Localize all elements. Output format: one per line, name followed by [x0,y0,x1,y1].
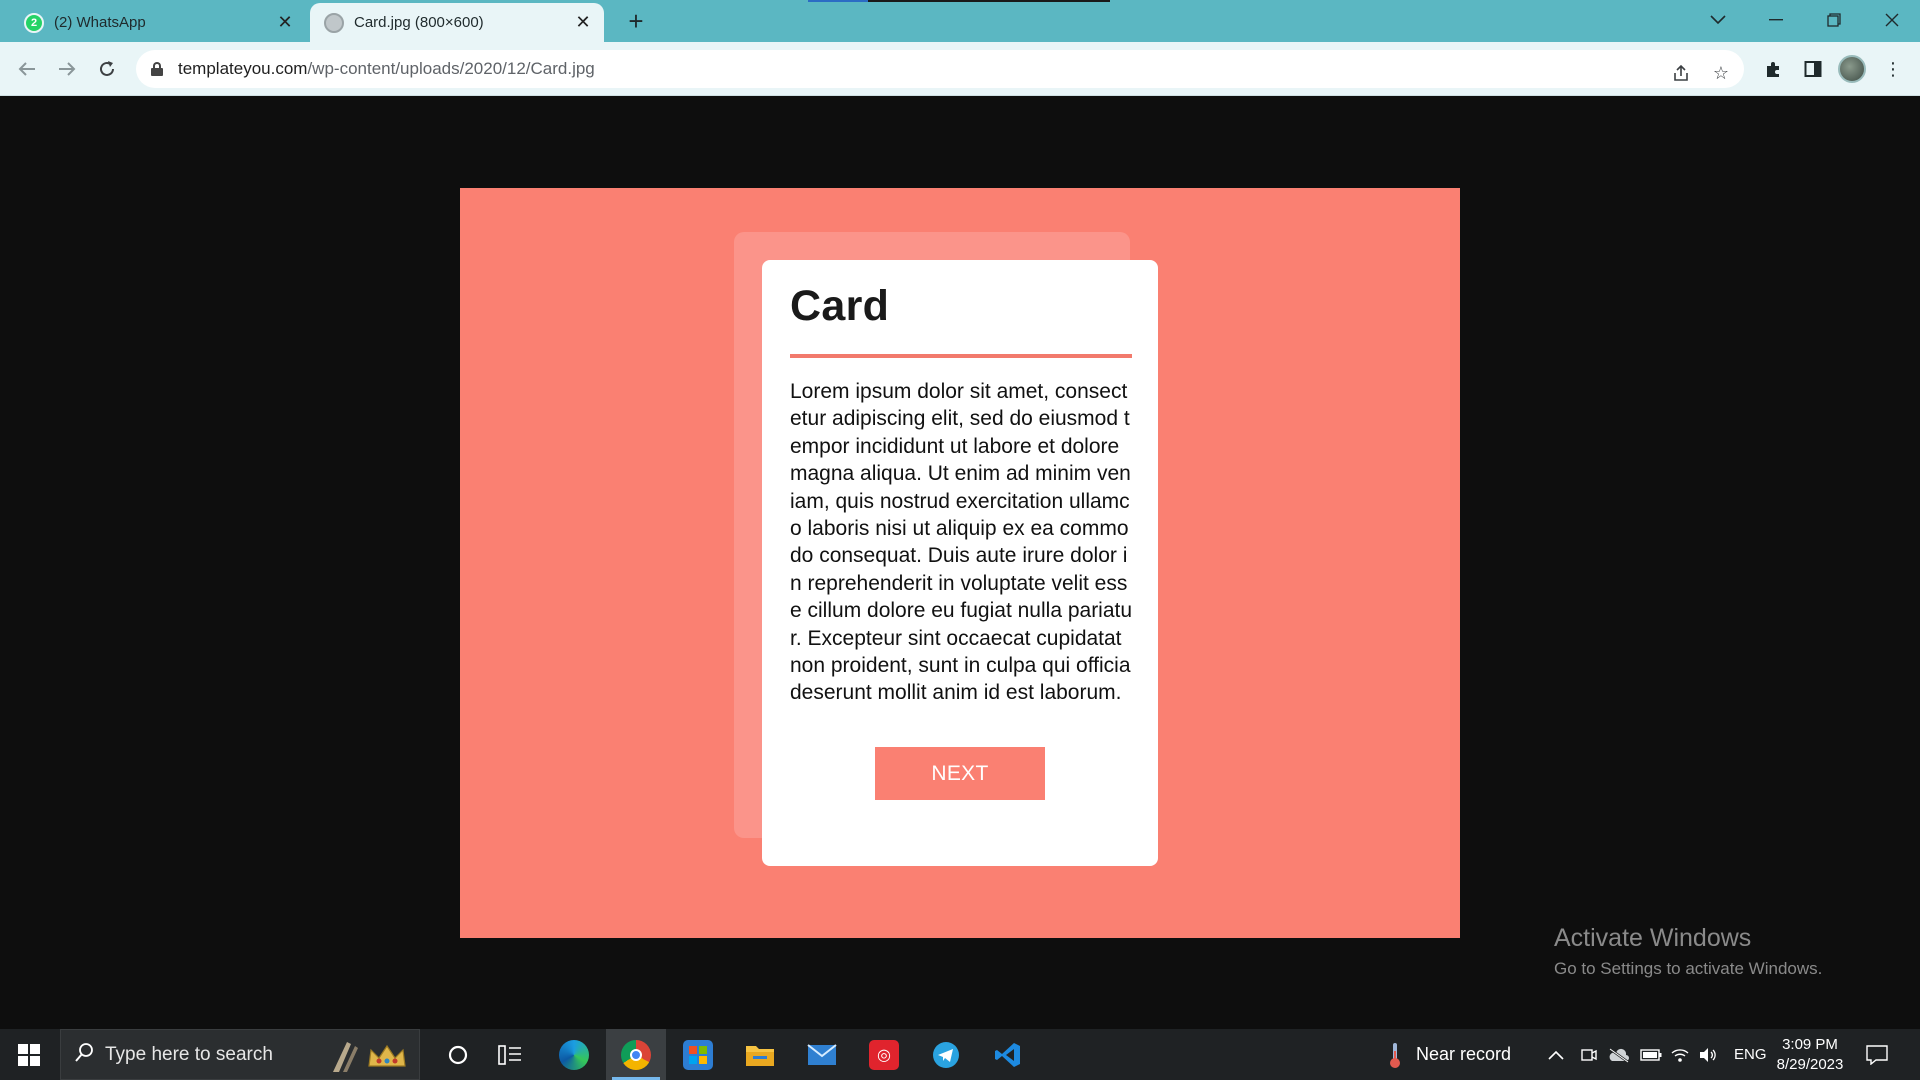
store-icon [683,1039,713,1070]
notification-icon [1866,1044,1888,1065]
card-image[interactable]: Card Lorem ipsum dolor sit amet, consect… [460,188,1460,938]
close-icon [1885,13,1899,27]
whatsapp-icon: 2 [24,12,44,33]
side-panel-icon[interactable] [1798,54,1828,84]
thermometer-icon [1390,1042,1400,1068]
task-view-button[interactable] [484,1029,536,1080]
card: Card Lorem ipsum dolor sit amet, consect… [762,260,1158,866]
activate-windows-watermark: Activate Windows Go to Settings to activ… [1554,924,1822,979]
minimize-button[interactable] [1750,0,1802,40]
app-red-icon: ◎ [869,1039,899,1070]
volume-icon[interactable] [1698,1029,1718,1080]
windows-icon [18,1043,40,1066]
cortana-button[interactable] [432,1029,484,1080]
image-viewer: Card Lorem ipsum dolor sit amet, consect… [0,96,1920,1029]
back-button[interactable] [12,54,42,84]
clock-time: 3:09 PM [1782,1036,1838,1053]
extensions-icon[interactable] [1758,54,1788,84]
arrow-left-icon [18,62,35,76]
card-body-text: Lorem ipsum dolor sit amet, consectetur … [790,380,1133,705]
vscode-button[interactable] [982,1029,1034,1080]
edge-button[interactable] [548,1029,600,1080]
chevron-up-icon [1548,1050,1564,1060]
restore-button[interactable] [1808,0,1860,40]
url-domain: templateyou.com [178,59,308,78]
card-title: Card [790,282,890,330]
tab-title: Card.jpg (800×600) [354,14,484,31]
restore-icon [1827,13,1841,27]
taskbar: Type here to search ◎ Near record ENG 3:… [0,1029,1920,1080]
task-view-icon [498,1044,521,1065]
cortana-icon [448,1045,468,1064]
wifi-icon[interactable] [1670,1029,1690,1080]
tab-title: (2) WhatsApp [54,14,146,31]
notification-center-button[interactable] [1866,1029,1888,1080]
forward-button[interactable] [52,54,82,84]
chrome-icon [621,1039,651,1070]
watermark-title: Activate Windows [1554,924,1752,952]
show-hidden-icons-button[interactable] [1548,1029,1564,1080]
search-placeholder: Type here to search [105,1043,273,1065]
vscode-icon [995,1042,1020,1067]
close-icon[interactable]: ✕ [572,12,594,34]
lock-icon [150,62,164,76]
telegram-icon [933,1041,959,1068]
url-path: /wp-content/uploads/2020/12/Card.jpg [307,59,595,78]
search-icon [75,1042,95,1068]
browser-toolbar: templateyou.com/wp-content/uploads/2020/… [0,42,1920,96]
file-explorer-button[interactable] [734,1029,786,1080]
file-explorer-icon [746,1045,774,1066]
close-window-button[interactable] [1866,0,1918,40]
globe-icon [324,12,344,33]
tab-search-button[interactable] [1692,0,1744,40]
system-clock[interactable]: 3:09 PM 8/29/2023 [1764,1035,1856,1075]
address-bar[interactable]: templateyou.com/wp-content/uploads/2020/… [136,50,1744,88]
weather-widget[interactable]: Near record [1388,1029,1511,1080]
meet-now-icon[interactable] [1580,1029,1598,1080]
tab-loading-bar [808,0,1110,2]
store-button[interactable] [672,1029,724,1080]
red-app-button[interactable]: ◎ [858,1029,910,1080]
reload-button[interactable] [92,54,122,84]
telegram-button[interactable] [920,1029,972,1080]
chevron-down-icon [1710,15,1726,25]
url-text: templateyou.com/wp-content/uploads/2020/… [178,59,595,79]
tab-strip: 2 (2) WhatsApp ✕ Card.jpg (800×600) ✕ + [0,0,1920,42]
profile-avatar[interactable] [1838,55,1866,83]
card-divider [790,354,1132,358]
taskbar-search[interactable]: Type here to search [60,1029,420,1080]
mail-button[interactable] [796,1029,848,1080]
minimize-icon [1769,19,1783,21]
weather-text: Near record [1416,1044,1512,1064]
new-tab-button[interactable]: + [622,7,650,35]
start-button[interactable] [0,1029,58,1080]
watermark-subtitle: Go to Settings to activate Windows. [1554,959,1823,978]
clock-date: 8/29/2023 [1776,1056,1844,1073]
bookmark-star-icon[interactable]: ☆ [1708,60,1734,86]
share-icon[interactable] [1668,60,1694,86]
onedrive-offline-icon[interactable] [1608,1029,1630,1080]
search-highlight-icon [333,1042,406,1072]
arrow-right-icon [59,62,76,76]
tab-whatsapp[interactable]: 2 (2) WhatsApp ✕ [10,3,306,42]
close-icon[interactable]: ✕ [274,12,296,34]
edge-icon [559,1039,589,1070]
chrome-button[interactable] [606,1029,666,1080]
battery-icon[interactable] [1640,1029,1662,1080]
language-indicator[interactable]: ENG [1734,1029,1767,1080]
next-button: NEXT [875,747,1045,800]
menu-kebab-icon[interactable]: ⋮ [1878,54,1908,84]
mail-icon [807,1043,837,1065]
tab-card-image[interactable]: Card.jpg (800×600) ✕ [310,3,604,42]
reload-icon [100,61,114,76]
whatsapp-badge: 2 [30,16,38,29]
